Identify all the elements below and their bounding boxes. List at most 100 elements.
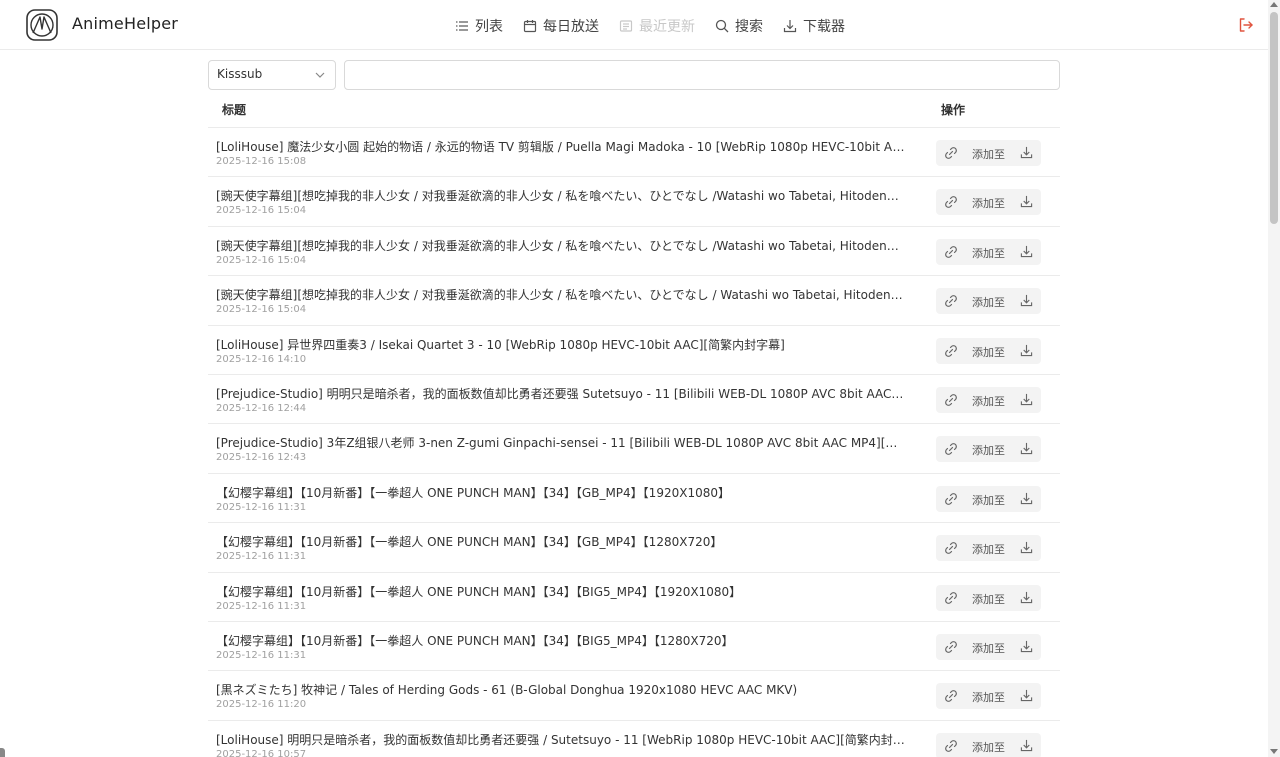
row-actions: 添加至 [936,535,1041,562]
logout-icon[interactable] [1238,17,1254,33]
row-title[interactable]: 【幻樱字幕组】【10月新番】【一拳超人 ONE PUNCH MAN】【34】【G… [216,484,906,501]
link-icon[interactable] [944,442,958,456]
table-row: [豌天使字幕组][想吃掉我的非人少女 / 对我垂涎欲滴的非人少女 / 私を喰べた… [208,276,1060,326]
add-to-button[interactable]: 添加至 [972,739,1005,755]
download-icon[interactable] [1020,541,1033,554]
row-title[interactable]: [Prejudice-Studio] 3年Z组银八老师 3-nen Z-gumi… [216,434,906,451]
table-row: [Prejudice-Studio] 明明只是暗杀者，我的面板数值却比勇者还要强… [208,375,1060,425]
link-icon[interactable] [944,492,958,506]
link-icon[interactable] [944,393,958,407]
download-icon[interactable] [1020,591,1033,604]
download-icon[interactable] [1020,393,1033,406]
table-header: 标题 操作 [208,92,1060,128]
add-to-button[interactable]: 添加至 [972,195,1005,211]
row-title[interactable]: [黒ネズミたち] 牧神记 / Tales of Herding Gods - 6… [216,681,906,698]
add-to-button[interactable]: 添加至 [972,393,1005,409]
nav-downloader[interactable]: 下载器 [783,16,845,36]
results-list: [LoliHouse] 魔法少女小圆 起始的物语 / 永远的物语 TV 剪辑版 … [208,128,1060,757]
scroll-down-arrow-icon[interactable] [1270,749,1278,754]
download-icon[interactable] [1020,689,1033,702]
link-icon[interactable] [944,146,958,160]
row-time: 2025-12-16 11:20 [216,699,307,711]
row-time: 2025-12-16 15:04 [216,254,307,266]
row-actions: 添加至 [936,140,1041,166]
download-icon[interactable] [1020,492,1033,505]
add-to-button[interactable]: 添加至 [972,492,1005,508]
row-title[interactable]: [豌天使字幕组][想吃掉我的非人少女 / 对我垂涎欲滴的非人少女 / 私を喰べた… [216,187,906,204]
row-time: 2025-12-16 15:04 [216,304,307,316]
search-input[interactable] [344,60,1060,90]
add-to-button[interactable]: 添加至 [972,541,1005,557]
row-actions: 添加至 [936,436,1041,463]
download-icon[interactable] [1020,146,1033,159]
add-to-button[interactable]: 添加至 [972,591,1005,607]
download-icon[interactable] [1020,442,1033,455]
link-icon[interactable] [944,195,958,209]
app-title: AnimeHelper [72,14,179,33]
link-icon[interactable] [944,245,958,259]
download-icon[interactable] [1020,294,1033,307]
row-title[interactable]: [豌天使字幕组][想吃掉我的非人少女 / 对我垂涎欲滴的非人少女 / 私を喰べた… [216,286,906,303]
link-icon[interactable] [944,541,958,555]
table-row: [黒ネズミたち] 牧神记 / Tales of Herding Gods - 6… [208,671,1060,721]
calendar-icon [523,20,537,33]
page-scrollbar[interactable] [1268,0,1280,757]
add-to-button[interactable]: 添加至 [972,640,1005,656]
download-icon[interactable] [1020,245,1033,258]
row-actions: 添加至 [936,337,1041,364]
table-row: 【幻樱字幕组】【10月新番】【一拳超人 ONE PUNCH MAN】【34】【G… [208,523,1060,573]
row-actions: 添加至 [936,683,1041,710]
download-icon[interactable] [1020,640,1033,653]
row-title[interactable]: [豌天使字幕组][想吃掉我的非人少女 / 对我垂涎欲滴的非人少女 / 私を喰べた… [216,237,906,254]
add-to-button[interactable]: 添加至 [972,442,1005,458]
row-title[interactable]: [LoliHouse] 异世界四重奏3 / Isekai Quartet 3 -… [216,336,906,353]
row-title[interactable]: [LoliHouse] 明明只是暗杀者，我的面板数值却比勇者还要强 / Sute… [216,731,906,748]
nav-search-label: 搜索 [735,19,763,35]
app-header: AnimeHelper 列表 每日放送 最近更新 搜索 下载器 [0,0,1268,50]
scroll-up-arrow-icon[interactable] [1270,2,1278,7]
download-icon[interactable] [1020,195,1033,208]
nav-downloader-label: 下载器 [803,19,845,35]
table-row: [LoliHouse] 异世界四重奏3 / Isekai Quartet 3 -… [208,326,1060,375]
row-title[interactable]: 【幻樱字幕组】【10月新番】【一拳超人 ONE PUNCH MAN】【34】【B… [216,632,906,649]
row-time: 2025-12-16 12:44 [216,402,307,414]
nav-daily-label: 每日放送 [543,19,599,35]
nav-list[interactable]: 列表 [455,16,503,36]
add-to-button[interactable]: 添加至 [972,294,1005,310]
link-icon[interactable] [944,640,958,654]
link-icon[interactable] [944,344,958,358]
news-icon [619,20,633,32]
column-header-ops: 操作 [941,103,966,117]
nav-search[interactable]: 搜索 [715,16,763,36]
window-corner [0,748,5,757]
add-to-button[interactable]: 添加至 [972,245,1005,261]
add-to-button[interactable]: 添加至 [972,689,1005,705]
scrollbar-thumb[interactable] [1270,12,1278,224]
list-icon [456,21,468,31]
table-row: [LoliHouse] 魔法少女小圆 起始的物语 / 永远的物语 TV 剪辑版 … [208,128,1060,178]
link-icon[interactable] [944,689,958,703]
row-title[interactable]: 【幻樱字幕组】【10月新番】【一拳超人 ONE PUNCH MAN】【34】【B… [216,583,906,600]
table-row: [Prejudice-Studio] 3年Z组银八老师 3-nen Z-gumi… [208,424,1060,474]
link-icon[interactable] [944,591,958,605]
table-row: [豌天使字幕组][想吃掉我的非人少女 / 对我垂涎欲滴的非人少女 / 私を喰べた… [208,177,1060,227]
source-select[interactable]: Kisssub [208,60,336,90]
row-actions: 添加至 [936,189,1041,216]
row-title[interactable]: [LoliHouse] 魔法少女小圆 起始的物语 / 永远的物语 TV 剪辑版 … [216,138,906,155]
add-to-button[interactable]: 添加至 [972,344,1005,360]
app-logo-icon [26,9,58,41]
link-icon[interactable] [944,739,958,753]
nav-daily[interactable]: 每日放送 [523,16,599,36]
row-title[interactable]: [Prejudice-Studio] 明明只是暗杀者，我的面板数值却比勇者还要强… [216,385,906,402]
nav-recent: 最近更新 [619,16,695,36]
row-time: 2025-12-16 11:31 [216,649,307,661]
nav-recent-label: 最近更新 [639,19,695,35]
download-icon[interactable] [1020,739,1033,752]
row-actions: 添加至 [936,732,1041,757]
download-icon[interactable] [1020,344,1033,357]
link-icon[interactable] [944,294,958,308]
search-toolbar: Kisssub [208,60,1060,90]
chevron-down-icon [315,72,325,78]
add-to-button[interactable]: 添加至 [972,146,1005,162]
row-title[interactable]: 【幻樱字幕组】【10月新番】【一拳超人 ONE PUNCH MAN】【34】【G… [216,533,906,550]
